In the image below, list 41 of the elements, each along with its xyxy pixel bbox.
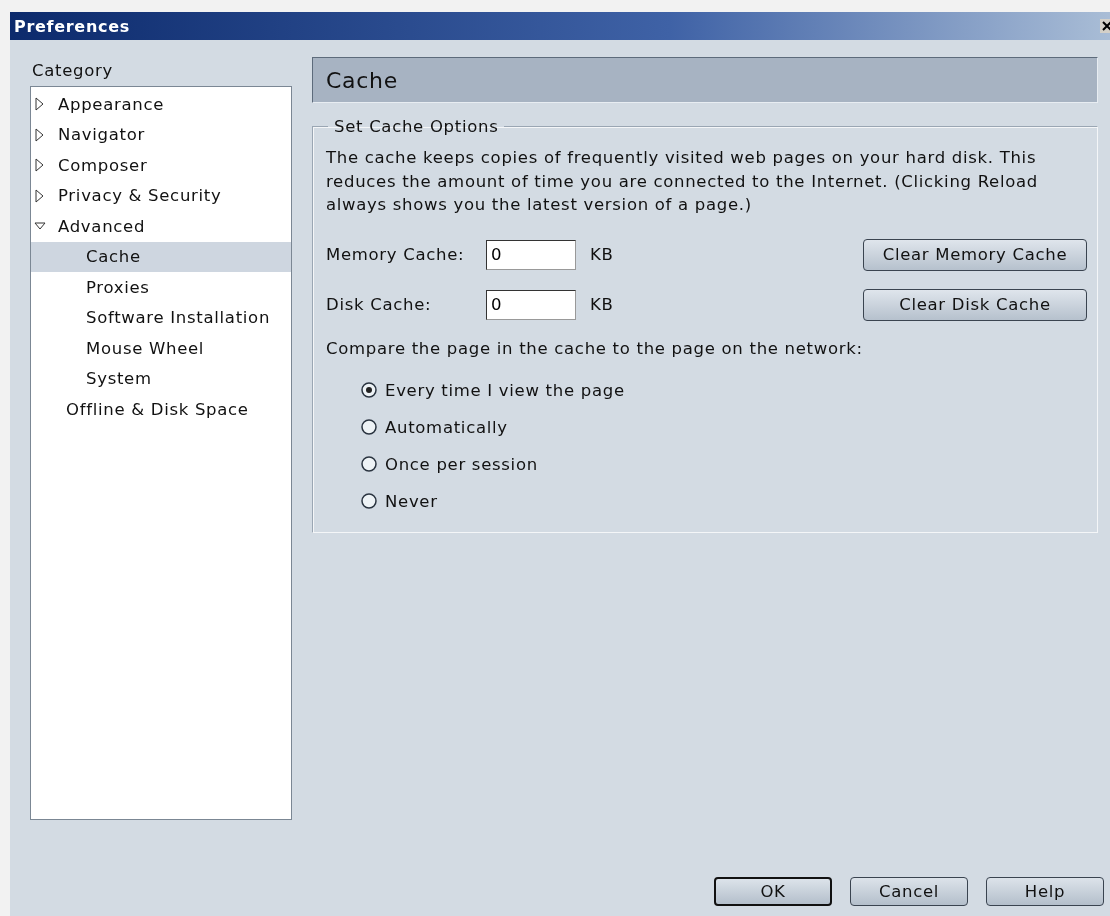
tree-item[interactable]: Software Installation: [31, 302, 291, 333]
tree-item[interactable]: Mouse Wheel: [31, 333, 291, 364]
clear-button[interactable]: Clear Disk Cache: [863, 288, 1087, 321]
field-label: Disk Cache:: [326, 295, 432, 314]
field-label: Memory Cache:: [326, 245, 465, 264]
radio-button[interactable]: [361, 419, 377, 435]
unit-label: KB: [590, 245, 614, 264]
tree-item[interactable]: Appearance: [31, 89, 291, 120]
collapsed-triangle-icon[interactable]: [34, 97, 46, 112]
input-field[interactable]: 0: [486, 239, 576, 270]
tree-item[interactable]: Navigator: [31, 119, 291, 150]
radio-button[interactable]: [361, 493, 377, 509]
radio-button[interactable]: [361, 456, 377, 472]
group-legend: Set Cache Options: [328, 117, 505, 136]
description-text: The cache keeps copies of frequently visited web pages on your hard disk. This reduces the amount of time you are connected to the Internet. (Clicking Reload always shows you the latest version of a page.): [326, 147, 1039, 216]
radio-label[interactable]: Automatically: [385, 417, 508, 437]
tree-item[interactable]: Proxies: [31, 272, 291, 303]
radio-label[interactable]: Never: [385, 491, 438, 511]
dialog-button[interactable]: OK: [714, 877, 832, 906]
close-icon[interactable]: [1100, 19, 1110, 33]
panel-header: Cache: [312, 57, 1098, 103]
tree-item[interactable]: Offline & Disk Space: [31, 394, 291, 425]
tree-item[interactable]: Privacy & Security: [31, 180, 291, 211]
radio-label[interactable]: Once per session: [385, 454, 538, 474]
clear-button[interactable]: Clear Memory Cache: [863, 238, 1087, 271]
compare-label: Compare the page in the cache to the page on the network:: [326, 338, 864, 358]
dialog-button[interactable]: Help: [986, 877, 1104, 906]
collapsed-triangle-icon[interactable]: [34, 188, 46, 203]
dialog-button[interactable]: Cancel: [850, 877, 968, 906]
radio-button[interactable]: [361, 382, 377, 398]
unit-label: KB: [590, 295, 614, 314]
tree-item[interactable]: Cache: [31, 241, 291, 272]
input-field[interactable]: 0: [486, 289, 576, 320]
category-label: Category: [31, 60, 113, 82]
tree-item[interactable]: Advanced: [31, 211, 291, 242]
collapsed-triangle-icon[interactable]: [34, 127, 46, 142]
window-title: Preferences: [13, 16, 130, 36]
radio-label[interactable]: Every time I view the page: [385, 380, 625, 400]
tree-item[interactable]: Composer: [31, 150, 291, 181]
tree-item[interactable]: System: [31, 363, 291, 394]
collapsed-triangle-icon[interactable]: [34, 158, 46, 173]
